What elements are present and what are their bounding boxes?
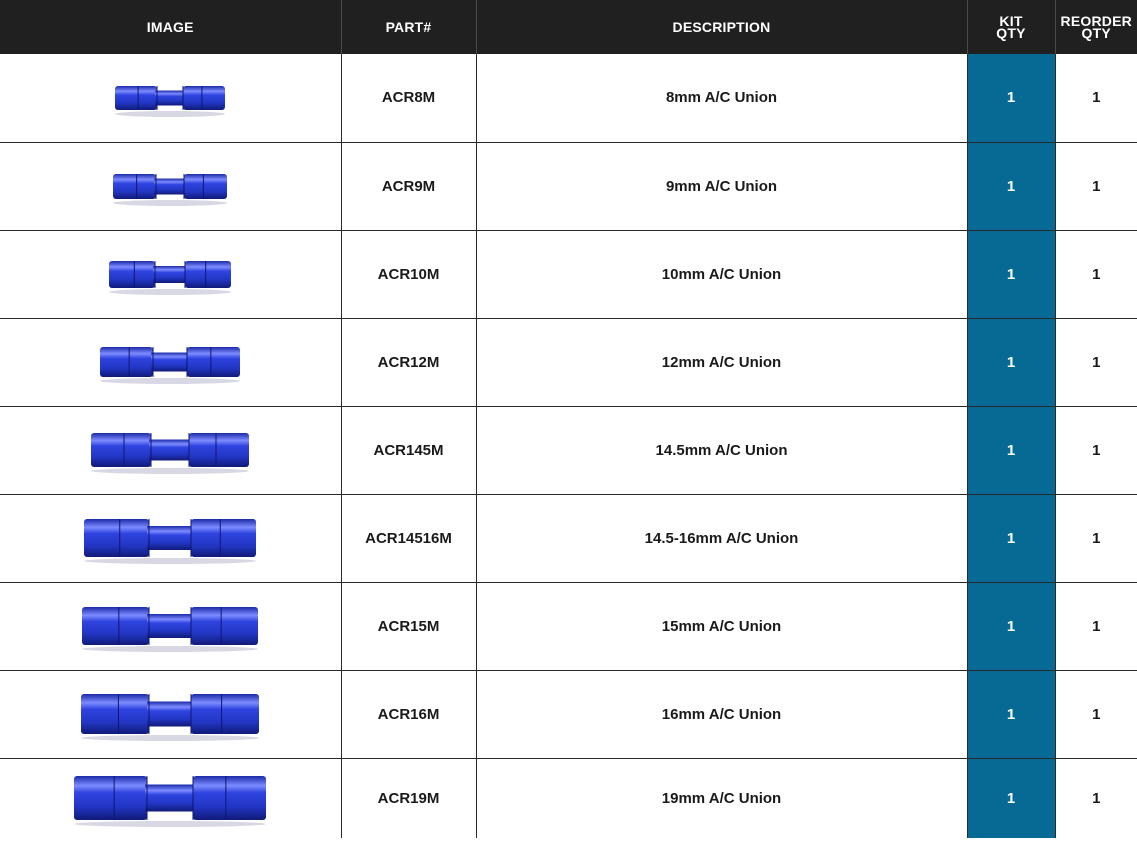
kit-qty-cell: 1 (966, 670, 1055, 759)
description-cell: 14.5-16mm A/C Union (475, 494, 967, 583)
table-row: ACR10M 10mm A/C Union 1 1 (0, 230, 1137, 319)
part-image-cell (0, 406, 341, 495)
kit-qty-cell: 1 (966, 54, 1055, 143)
reorder-qty-cell: 1 (1054, 54, 1137, 143)
table-row: ACR8M 8mm A/C Union 1 1 (0, 54, 1137, 143)
blue-union-fitting-icon (91, 433, 250, 474)
header-description: DESCRIPTION (475, 0, 967, 54)
description-cell: 10mm A/C Union (475, 230, 967, 319)
part-image-cell (0, 142, 341, 231)
part-number-cell: ACR10M (340, 230, 476, 319)
parts-table: IMAGE PART# DESCRIPTION KIT QTY REORDER … (0, 0, 1137, 838)
table-row: ACR16M 16mm A/C Union 1 1 (0, 670, 1137, 759)
table-row: ACR9M 9mm A/C Union 1 1 (0, 142, 1137, 231)
part-image-cell (0, 758, 341, 838)
blue-union-fitting-icon (74, 776, 267, 828)
part-image-cell (0, 54, 341, 143)
table-header-row: IMAGE PART# DESCRIPTION KIT QTY REORDER … (0, 0, 1137, 54)
blue-union-fitting-icon (81, 694, 260, 741)
table-row: ACR14516M 14.5-16mm A/C Union 1 1 (0, 494, 1137, 583)
reorder-qty-cell: 1 (1054, 406, 1137, 495)
description-cell: 15mm A/C Union (475, 582, 967, 671)
table-row: ACR15M 15mm A/C Union 1 1 (0, 582, 1137, 671)
header-part-number: PART# (340, 0, 476, 54)
part-number-cell: ACR16M (340, 670, 476, 759)
part-number-cell: ACR15M (340, 582, 476, 671)
kit-qty-cell: 1 (966, 582, 1055, 671)
reorder-qty-cell: 1 (1054, 670, 1137, 759)
description-cell: 19mm A/C Union (475, 758, 967, 838)
blue-union-fitting-icon (113, 173, 228, 206)
table-body: ACR8M 8mm A/C Union 1 1 ACR9M 9mm A/C Union 1 1… (0, 54, 1137, 838)
header-kit-qty: KIT QTY (966, 0, 1055, 54)
blue-union-fitting-icon (82, 607, 259, 652)
header-reorder-qty: REORDER QTY (1054, 0, 1137, 54)
table-row: ACR12M 12mm A/C Union 1 1 (0, 318, 1137, 407)
reorder-qty-cell: 1 (1054, 142, 1137, 231)
part-number-cell: ACR14516M (340, 494, 476, 583)
kit-qty-cell: 1 (966, 230, 1055, 319)
description-cell: 8mm A/C Union (475, 54, 967, 143)
kit-qty-cell: 1 (966, 494, 1055, 583)
description-cell: 12mm A/C Union (475, 318, 967, 407)
parts-sheet: IMAGE PART# DESCRIPTION KIT QTY REORDER … (0, 0, 1137, 842)
part-number-cell: ACR8M (340, 54, 476, 143)
part-image-cell (0, 670, 341, 759)
kit-qty-cell: 1 (966, 758, 1055, 838)
part-number-cell: ACR9M (340, 142, 476, 231)
part-image-cell (0, 318, 341, 407)
reorder-qty-cell: 1 (1054, 318, 1137, 407)
part-image-cell (0, 494, 341, 583)
kit-qty-cell: 1 (966, 318, 1055, 407)
kit-qty-cell: 1 (966, 142, 1055, 231)
blue-union-fitting-icon (100, 347, 241, 384)
blue-union-fitting-icon (84, 519, 257, 564)
blue-union-fitting-icon (109, 260, 232, 295)
reorder-qty-cell: 1 (1054, 758, 1137, 838)
reorder-qty-cell: 1 (1054, 582, 1137, 671)
description-cell: 9mm A/C Union (475, 142, 967, 231)
blue-union-fitting-icon (115, 85, 226, 117)
part-image-cell (0, 230, 341, 319)
part-image-cell (0, 582, 341, 671)
description-cell: 16mm A/C Union (475, 670, 967, 759)
part-number-cell: ACR12M (340, 318, 476, 407)
table-row: ACR19M 19mm A/C Union 1 1 (0, 758, 1137, 838)
part-number-cell: ACR145M (340, 406, 476, 495)
header-kit-qty-line2: QTY (996, 25, 1026, 41)
description-cell: 14.5mm A/C Union (475, 406, 967, 495)
reorder-qty-cell: 1 (1054, 494, 1137, 583)
reorder-qty-cell: 1 (1054, 230, 1137, 319)
header-image: IMAGE (0, 0, 341, 54)
part-number-cell: ACR19M (340, 758, 476, 838)
table-row: ACR145M 14.5mm A/C Union 1 1 (0, 406, 1137, 495)
kit-qty-cell: 1 (966, 406, 1055, 495)
